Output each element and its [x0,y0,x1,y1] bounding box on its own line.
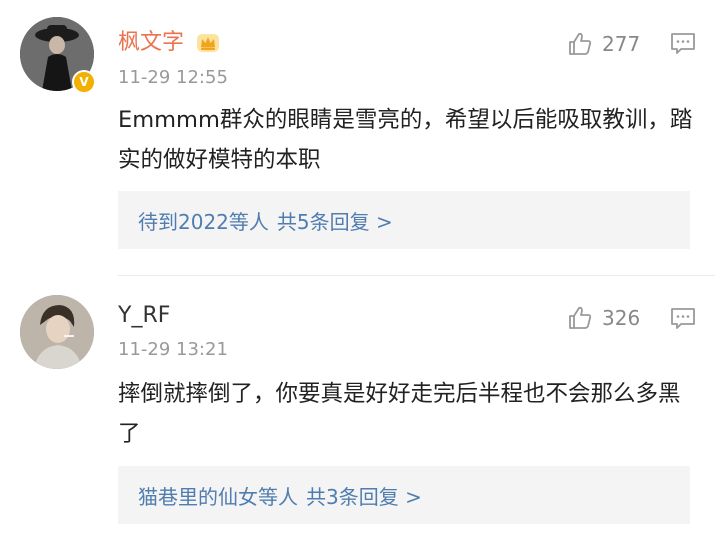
like-button[interactable]: 277 [566,30,640,58]
replies-preview[interactable]: 猫巷里的仙女等人 共3条回复 > [118,466,690,524]
comment-text: 摔倒就摔倒了，你要真是好好走完后半程也不会那么多黑了 [118,381,681,447]
username[interactable]: 枫文字 [118,29,184,57]
comment-time: 11-29 12:55 [118,67,228,88]
replies-link[interactable]: 待到2022等人 共5条回复 > [138,206,401,235]
like-button[interactable]: 326 [566,304,640,332]
replies-preview[interactable]: 待到2022等人 共5条回复 > [118,191,690,249]
like-count: 326 [602,306,641,330]
thumbs-up-icon [569,306,592,329]
comment-time: 11-29 13:21 [118,339,228,360]
comment-bubble-icon[interactable] [670,307,696,331]
comment-bubble-icon[interactable] [670,32,696,56]
comment-item: Y_RF 11-29 13:21 326 摔倒就摔倒了，你要真是好好走完后半程也… [0,277,715,549]
replies-authors: 待到2022等人 [138,209,269,234]
divider [118,275,715,276]
like-count: 277 [602,32,641,56]
crown-badge-icon [197,34,219,52]
thumbs-up-icon [569,32,592,55]
comment-item: V 枫文字 11-29 12:55 277 Emmmm群众的眼睛是雪亮的，希望以… [0,0,715,276]
username[interactable]: Y_RF [118,302,170,330]
avatar-image [20,295,94,369]
avatar[interactable] [20,295,94,369]
replies-count: 共5条回复 > [276,209,393,234]
comment-text: Emmmm群众的眼睛是雪亮的，希望以后能吸取教训，踏实的做好模特的本职 [118,107,693,173]
verified-v-icon: V [72,70,96,94]
replies-authors: 猫巷里的仙女等人 [138,484,298,509]
replies-link[interactable]: 猫巷里的仙女等人 共3条回复 > [138,481,430,510]
replies-count: 共3条回复 > [306,484,422,509]
